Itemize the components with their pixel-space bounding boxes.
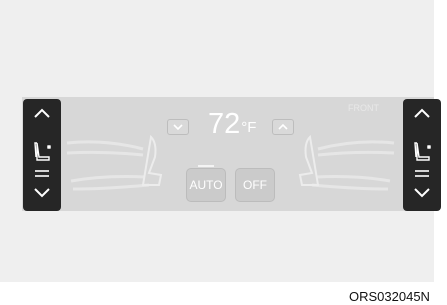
left-heat-level-icon — [35, 170, 49, 177]
right-seat-heat-icon[interactable] — [414, 142, 431, 161]
right-chevron-up-icon[interactable] — [414, 108, 430, 118]
right-heat-level-icon — [415, 170, 429, 177]
zone-label: FRONT — [348, 103, 379, 113]
off-button[interactable]: OFF — [235, 168, 275, 202]
right-chevron-down-icon[interactable] — [414, 188, 430, 198]
temperature-value: 72 — [208, 108, 241, 140]
chevron-up-icon — [278, 123, 288, 130]
temperature-unit: °F — [241, 119, 257, 136]
auto-button[interactable]: AUTO — [186, 168, 226, 202]
chevron-down-icon — [173, 124, 183, 131]
left-seat-control-strip — [23, 99, 61, 211]
temperature-up-button[interactable] — [272, 119, 294, 135]
left-seat-heat-icon[interactable] — [34, 142, 51, 161]
left-airflow-graphic — [66, 134, 163, 191]
right-seat-control-strip — [403, 99, 441, 211]
auto-indicator-light — [198, 165, 214, 167]
left-chevron-up-icon[interactable] — [34, 108, 50, 118]
temperature-down-button[interactable] — [167, 119, 189, 135]
figure-code: ORS032045N — [349, 289, 430, 304]
left-chevron-down-icon[interactable] — [34, 188, 50, 198]
temperature-display: 72°F — [208, 108, 256, 140]
right-airflow-graphic — [298, 134, 395, 191]
